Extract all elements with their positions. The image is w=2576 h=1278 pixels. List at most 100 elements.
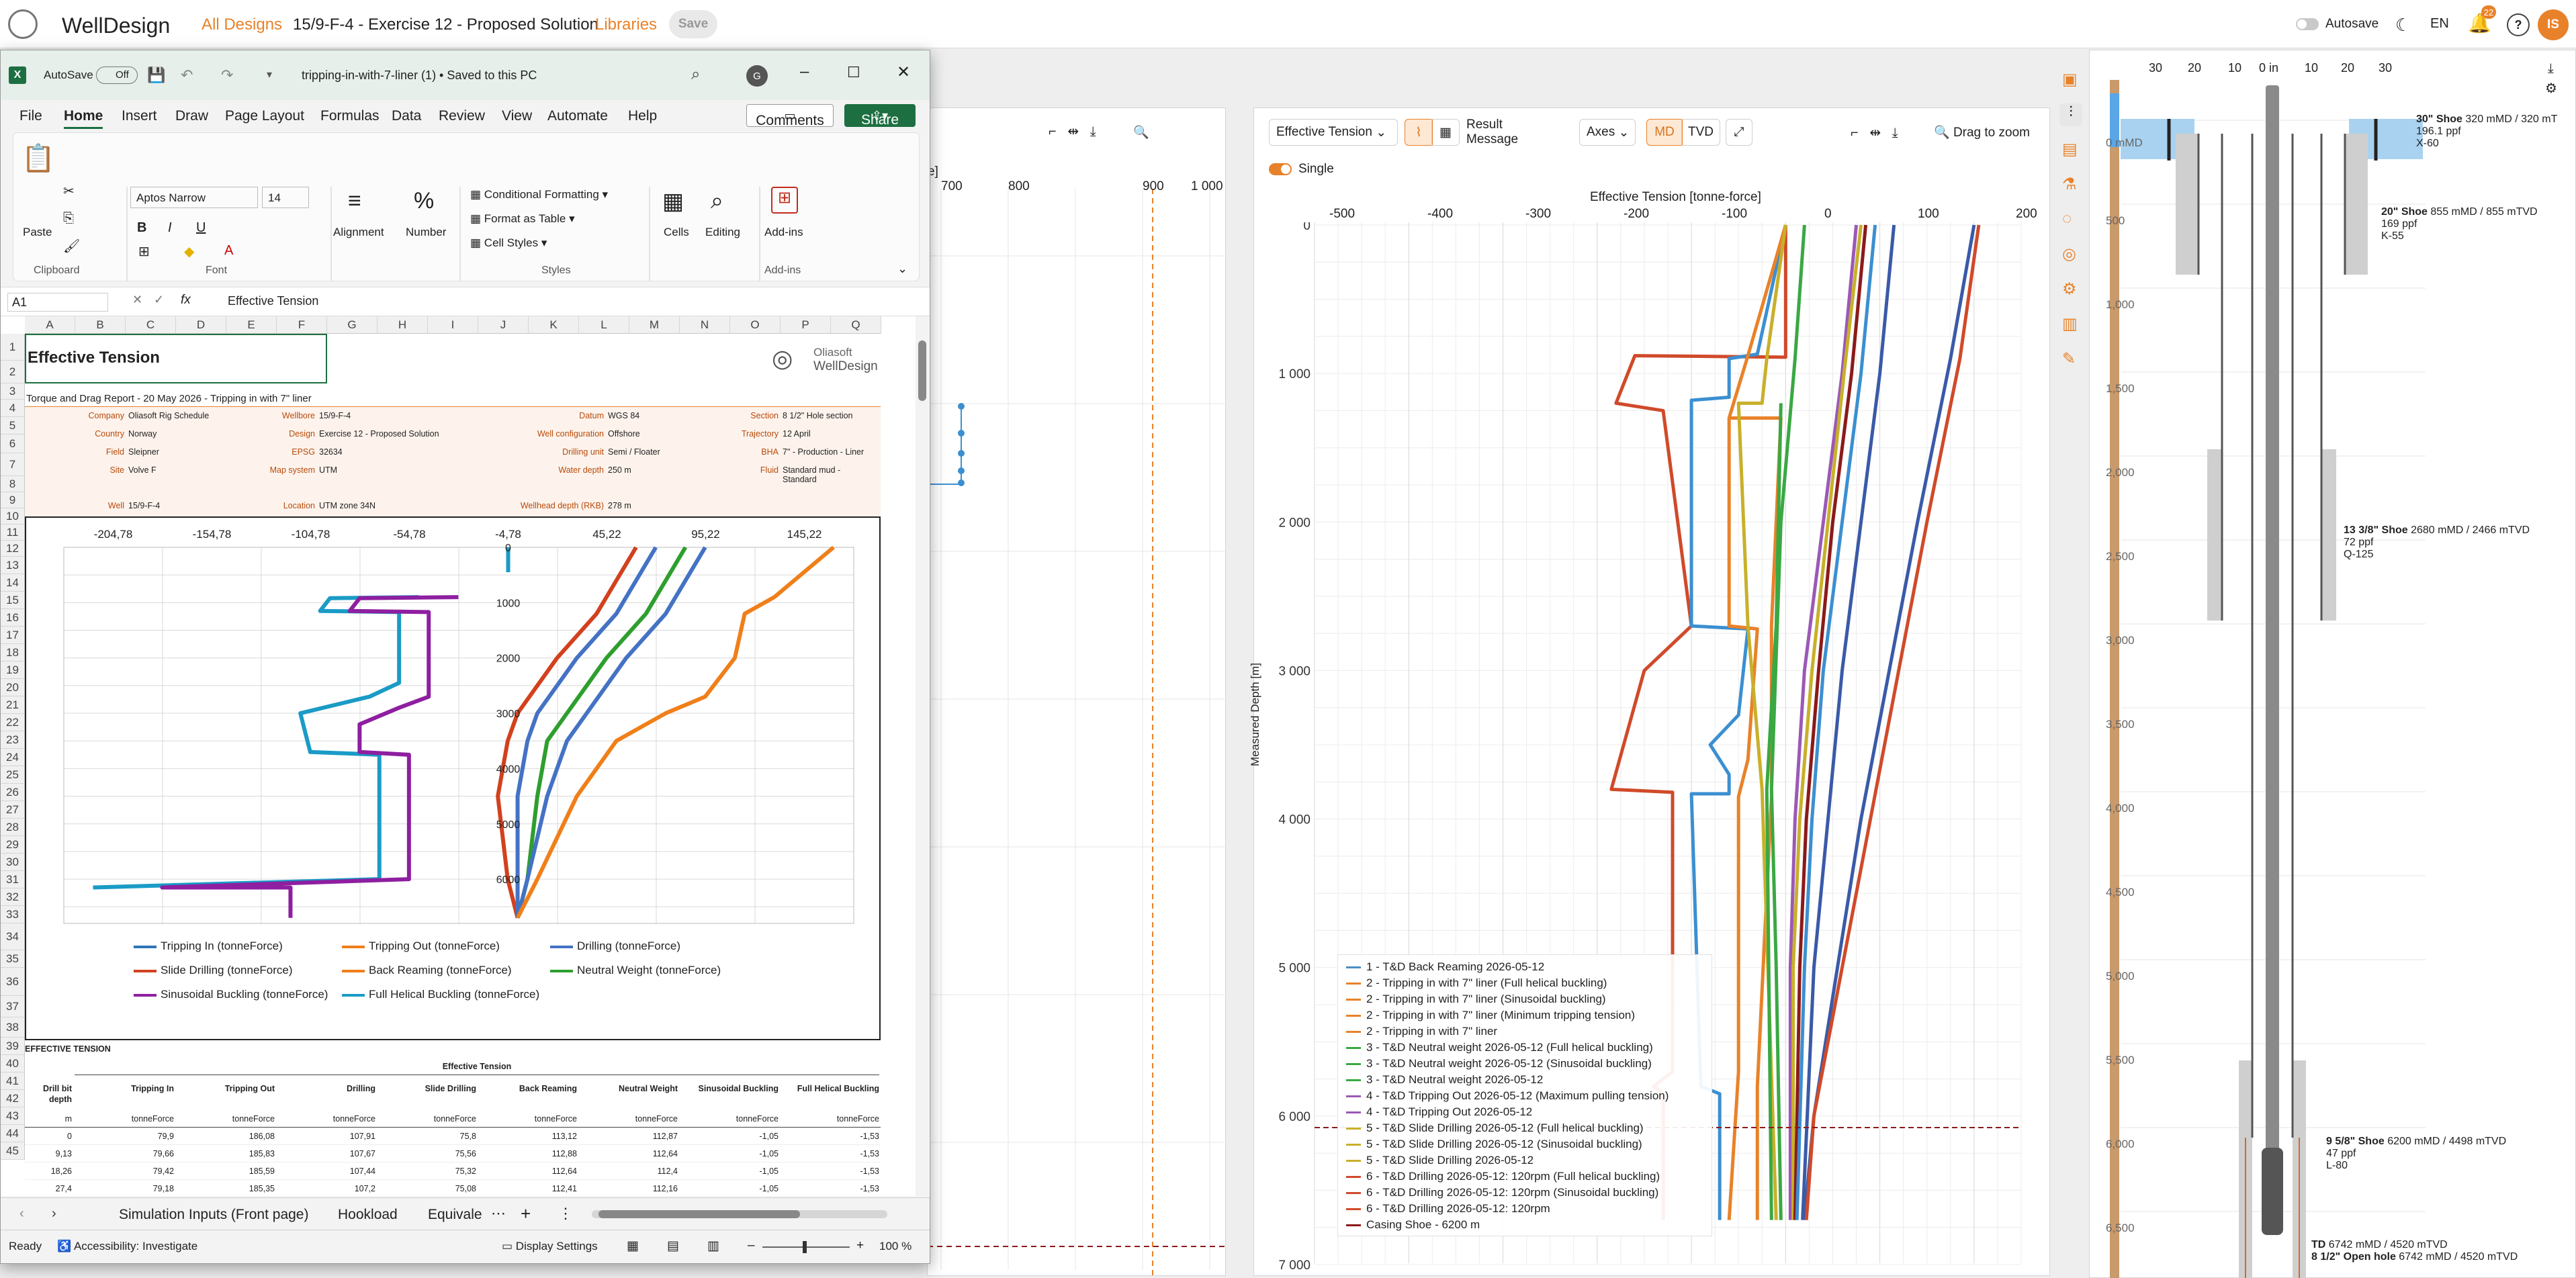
row-header[interactable]: 7	[1, 453, 25, 476]
menu-formulas[interactable]: Formulas	[320, 108, 380, 124]
table-cell[interactable]: 75,56	[377, 1149, 476, 1158]
font-size-select[interactable]: 14	[262, 187, 309, 208]
table-cell[interactable]: 112,64	[478, 1167, 577, 1176]
column-header[interactable]: B	[75, 316, 126, 334]
legend-item[interactable]: 4 - T&D Tripping Out 2026-05-12 (Maximum…	[1346, 1089, 1669, 1104]
row-header[interactable]: 35	[1, 950, 25, 968]
report-tool-icon[interactable]: ▤	[2062, 140, 2078, 159]
font-name-select[interactable]: Aptos Narrow	[130, 187, 258, 208]
column-header[interactable]: D	[176, 316, 226, 334]
column-header[interactable]: L	[579, 316, 629, 334]
column-header[interactable]: K	[529, 316, 579, 334]
name-box[interactable]: A1	[7, 293, 108, 312]
legend-item[interactable]: 2 - Tripping in with 7" liner (Full heli…	[1346, 976, 1607, 991]
table-cell[interactable]: 185,83	[175, 1149, 275, 1158]
bold-button[interactable]: B	[137, 220, 146, 236]
underline-button[interactable]: U	[196, 220, 206, 236]
column-header[interactable]: A	[25, 316, 75, 334]
fill-color-icon[interactable]: ◆	[184, 243, 194, 260]
tension-series-line[interactable]	[1793, 224, 1868, 1220]
language-selector[interactable]: EN	[2430, 16, 2449, 32]
table-cell[interactable]: 107,44	[276, 1167, 375, 1176]
column-header[interactable]: J	[478, 316, 529, 334]
format-painter-icon[interactable]: 🖌	[63, 238, 80, 255]
sheet-tab[interactable]: Equivale	[428, 1207, 482, 1223]
row-header[interactable]: 45	[1, 1142, 25, 1160]
row-header[interactable]: 33	[1, 906, 25, 923]
italic-button[interactable]: I	[168, 220, 172, 236]
enter-formula-icon[interactable]: ✓	[154, 293, 164, 307]
zoom-level[interactable]: 100 %	[879, 1240, 912, 1253]
copy-icon[interactable]: ⎘	[63, 211, 74, 226]
embedded-legend-item[interactable]: Drilling (tonneForce)	[550, 940, 680, 953]
zoom-slider-handle[interactable]	[803, 1241, 807, 1253]
table-cell[interactable]: 79,66	[75, 1149, 174, 1158]
table-row[interactable]: 9,13 79,66 185,83 107,67 75,56 112,88 112,64 -1…	[25, 1145, 881, 1162]
embedded-legend-item[interactable]: Tripping Out (tonneForce)	[342, 940, 500, 953]
excel-file-title[interactable]: tripping-in-with-7-liner (1) • Saved to …	[302, 69, 537, 83]
table-cell[interactable]: 112,64	[578, 1149, 678, 1158]
legend-item[interactable]: 3 - T&D Neutral weight 2026-05-12 (Full …	[1346, 1041, 1653, 1056]
notes-tool-icon[interactable]: ✎	[2062, 349, 2076, 369]
legend-item[interactable]: 2 - Tripping in with 7" liner	[1346, 1025, 1497, 1040]
column-header[interactable]: N	[680, 316, 730, 334]
share-button[interactable]: ⇪ Share ▾	[844, 104, 916, 128]
row-header[interactable]: 3	[1, 383, 25, 400]
row-header[interactable]: 9	[1, 492, 25, 508]
embedded-series-line[interactable]	[160, 595, 459, 918]
table-cell[interactable]: 186,08	[175, 1132, 275, 1141]
tvd-toggle-button[interactable]: TVD	[1681, 119, 1720, 146]
table-cell[interactable]: -1,05	[679, 1184, 779, 1193]
embedded-legend-item[interactable]: Neutral Weight (tonneForce)	[550, 964, 721, 977]
excel-undo-icon[interactable]: ↶	[181, 66, 193, 84]
zoom-in-icon[interactable]: +	[856, 1238, 864, 1253]
legend-item[interactable]: 5 - T&D Slide Drilling 2026-05-12	[1346, 1154, 1534, 1169]
dark-mode-icon[interactable]: ☾	[2395, 15, 2411, 36]
column-header[interactable]: Q	[831, 316, 881, 334]
legend-item[interactable]: 2 - Tripping in with 7" liner (Sinusoida…	[1346, 993, 1606, 1007]
row-header[interactable]: 39	[1, 1038, 25, 1055]
column-header[interactable]: M	[629, 316, 680, 334]
conditional-formatting-button[interactable]: ▦ Conditional Formatting ▾	[470, 188, 608, 201]
table-view-toggle-icon[interactable]: ▦	[1431, 119, 1460, 146]
menu-draw[interactable]: Draw	[175, 108, 208, 124]
row-header[interactable]: 22	[1, 714, 25, 731]
row-header[interactable]: 40	[1, 1055, 25, 1072]
menu-review[interactable]: Review	[439, 108, 485, 124]
left-drag-zoom-button[interactable]: 🔍	[1133, 124, 1149, 140]
row-header[interactable]: 30	[1, 854, 25, 871]
horizontal-scrollbar-thumb[interactable]	[598, 1210, 800, 1218]
user-avatar[interactable]: IS	[2538, 9, 2569, 40]
format-as-table-button[interactable]: ▦ Format as Table ▾	[470, 212, 575, 226]
number-format-icon[interactable]: %	[414, 188, 434, 214]
column-header[interactable]: G	[327, 316, 377, 334]
table-cell[interactable]: -1,05	[679, 1167, 779, 1176]
md-toggle-button[interactable]: MD	[1646, 119, 1683, 146]
row-header[interactable]: 29	[1, 836, 25, 854]
excel-maximize-icon[interactable]: ☐	[847, 64, 860, 81]
excel-close-icon[interactable]: ✕	[897, 62, 910, 82]
legend-item[interactable]: 2 - Tripping in with 7" liner (Minimum t…	[1346, 1009, 1635, 1023]
cancel-formula-icon[interactable]: ✕	[132, 293, 142, 307]
menu-home[interactable]: Home	[64, 108, 103, 129]
embedded-legend-item[interactable]: Back Reaming (tonneForce)	[342, 964, 512, 977]
legend-item[interactable]: Casing Shoe - 6200 m	[1346, 1218, 1480, 1233]
row-header[interactable]: 36	[1, 968, 25, 996]
collapse-ribbon-icon[interactable]: ⌄	[897, 262, 907, 276]
table-cell[interactable]: 185,35	[175, 1184, 275, 1193]
embedded-legend-item[interactable]: Tripping In (tonneForce)	[134, 940, 283, 953]
row-header[interactable]: 11	[1, 524, 25, 541]
table-row[interactable]: 18,26 79,42 185,59 107,44 75,32 112,64 112,4 -1…	[25, 1162, 881, 1180]
single-toggle[interactable]	[1269, 163, 1292, 175]
cell-styles-button[interactable]: ▦ Cell Styles ▾	[470, 236, 547, 250]
row-header[interactable]: 28	[1, 819, 25, 836]
comments-button[interactable]: ▭ Comments	[746, 104, 834, 128]
nav-libraries-link[interactable]: Libraries	[595, 15, 657, 34]
menu-data[interactable]: Data	[392, 108, 421, 124]
table-cell[interactable]: -1,53	[780, 1184, 880, 1193]
cut-icon[interactable]: ✂	[63, 183, 75, 199]
column-header[interactable]: I	[428, 316, 478, 334]
excel-autosave-toggle[interactable]: Off	[96, 66, 138, 84]
legend-item[interactable]: 3 - T&D Neutral weight 2026-05-12 (Sinus…	[1346, 1057, 1652, 1072]
excel-redo-icon[interactable]: ↷	[221, 66, 233, 84]
